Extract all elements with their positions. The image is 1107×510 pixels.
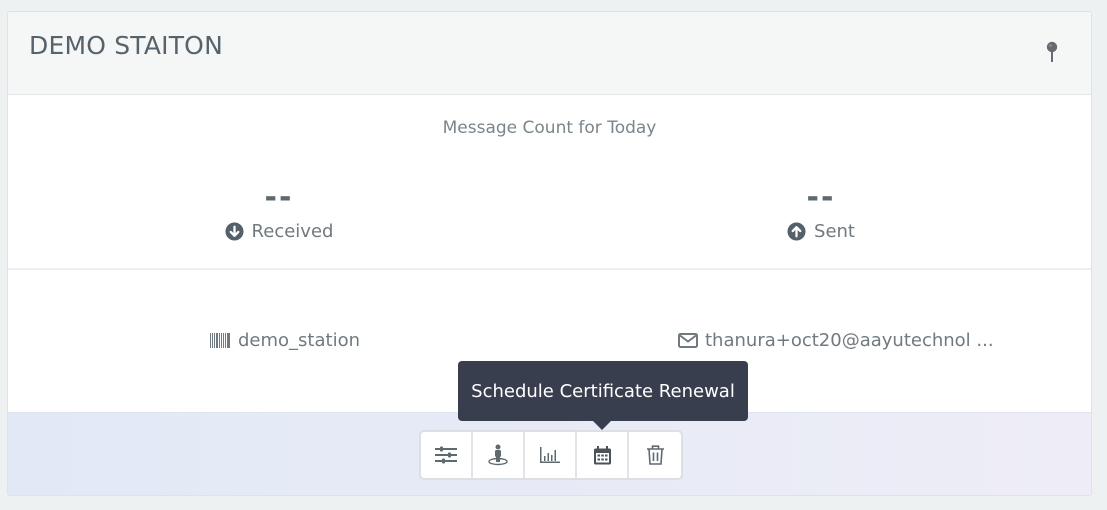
trash-icon	[646, 445, 664, 465]
sent-label-group: Sent	[787, 221, 855, 242]
tooltip: Schedule Certificate Renewal	[458, 361, 748, 421]
arrow-circle-down-icon	[225, 222, 244, 241]
station-email-value: thanura+oct20@aayutechnol ...	[705, 330, 994, 351]
received-stat: -- Received	[129, 183, 429, 245]
calendar-icon	[593, 445, 611, 464]
map-pin-icon[interactable]	[1046, 41, 1058, 63]
sent-label: Sent	[814, 221, 855, 242]
station-id: demo_station	[210, 330, 360, 351]
statistics-button[interactable]	[525, 432, 577, 478]
card-header: DEMO STAITON	[8, 12, 1091, 95]
tooltip-arrow	[593, 421, 611, 430]
station-id-value: demo_station	[238, 330, 360, 351]
arrow-circle-up-icon	[787, 222, 806, 241]
action-button-group	[419, 430, 683, 480]
received-label: Received	[251, 221, 334, 242]
station-card: DEMO STAITON Message Count for Today -- …	[7, 11, 1092, 496]
settings-button[interactable]	[421, 432, 473, 478]
received-label-group: Received	[225, 221, 334, 242]
bar-chart-icon	[540, 447, 560, 463]
sent-stat: -- Sent	[671, 183, 971, 245]
envelope-icon	[678, 333, 698, 348]
barcode-icon	[210, 333, 230, 348]
location-button[interactable]	[473, 432, 525, 478]
sliders-icon	[435, 446, 457, 464]
card-footer	[8, 412, 1091, 495]
message-count-title: Message Count for Today	[442, 118, 657, 138]
delete-button[interactable]	[629, 432, 681, 478]
received-count: --	[264, 180, 294, 215]
station-email: thanura+oct20@aayutechnol ...	[678, 330, 994, 351]
message-count-section: Message Count for Today -- Received -- S…	[8, 95, 1091, 270]
schedule-certificate-renewal-button[interactable]	[577, 432, 629, 478]
station-title: DEMO STAITON	[29, 31, 223, 60]
sent-count: --	[806, 180, 836, 215]
street-view-icon	[488, 444, 508, 466]
